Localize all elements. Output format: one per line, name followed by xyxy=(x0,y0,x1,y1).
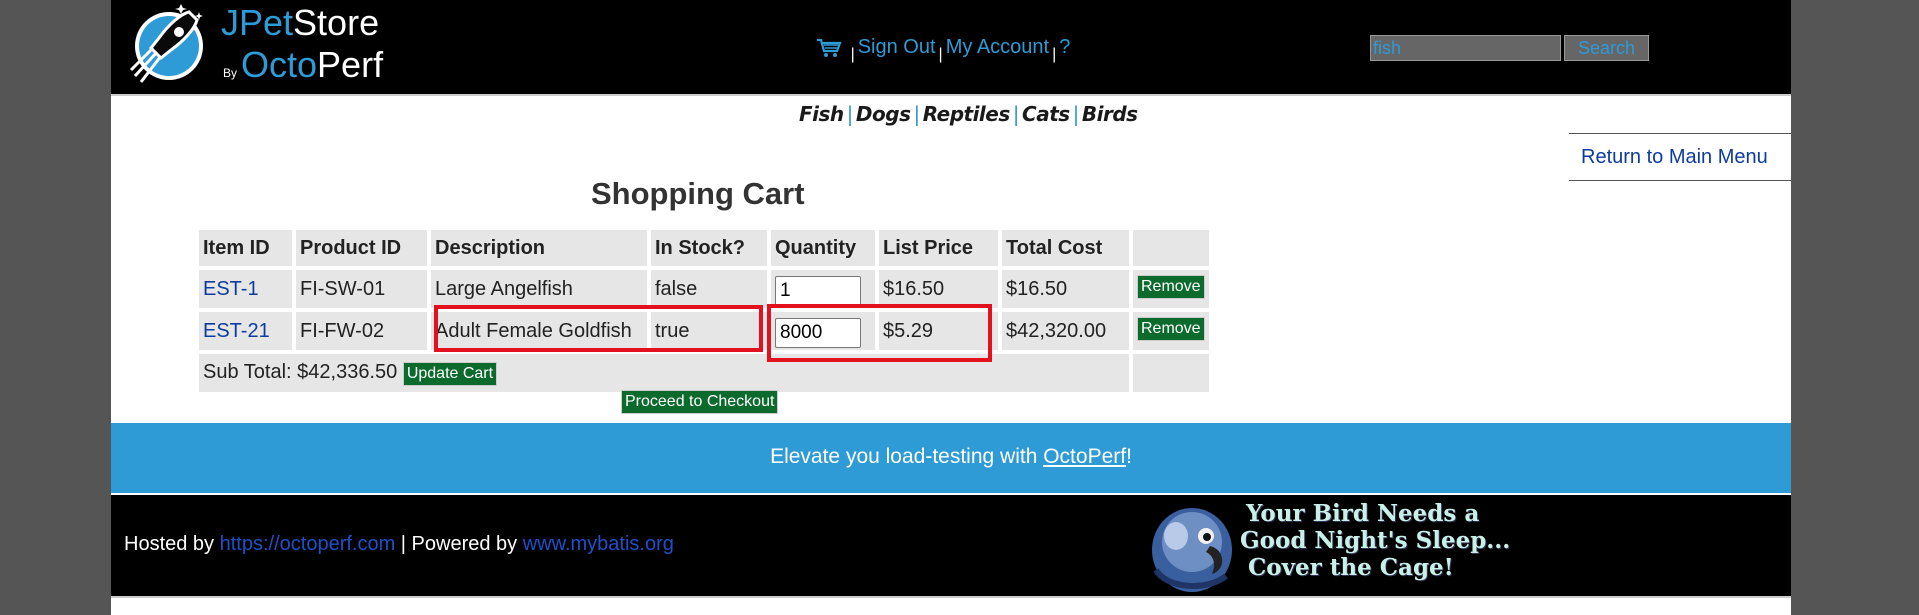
column-header: Quantity xyxy=(771,230,875,266)
cart-icon[interactable] xyxy=(816,37,842,59)
highlight-box xyxy=(767,304,992,362)
rocket-logo-icon xyxy=(129,4,203,83)
column-header: Description xyxy=(431,230,647,266)
item-id-cell: EST-21 xyxy=(199,312,292,350)
brand-subtitle: By OctoPerf xyxy=(223,44,384,85)
menu-separator: | xyxy=(938,46,943,63)
column-header: Item ID xyxy=(199,230,292,266)
column-header: List Price xyxy=(879,230,998,266)
top-menu: | Sign Out | My Account |? xyxy=(816,36,1070,66)
item-id-link[interactable]: EST-1 xyxy=(203,278,259,300)
menu-separator: | xyxy=(850,46,855,63)
header: JPetStore By OctoPerf | Sign Out | My Accoun… xyxy=(111,0,1791,96)
category-birds-link[interactable]: Birds xyxy=(1082,102,1138,126)
category-reptiles-link[interactable]: Reptiles xyxy=(923,102,1011,126)
promo-text: Elevate you load-testing with OctoPerf! xyxy=(770,445,1132,468)
quantity-cell xyxy=(771,270,875,308)
bird-ad-text: Your Bird Needs a Good Night's Sleep... … xyxy=(1240,500,1510,581)
octoperf-site-link[interactable]: https://octoperf.com xyxy=(220,533,396,555)
subtotal-row: Sub Total: $42,336.50 Update Cart xyxy=(199,354,1209,392)
product-id-cell: FI-FW-02 xyxy=(296,312,427,350)
proceed-to-checkout-button[interactable]: Proceed to Checkout xyxy=(621,390,779,414)
column-header-empty xyxy=(1133,230,1209,266)
search-form: Search xyxy=(1370,35,1649,61)
column-header: Total Cost xyxy=(1002,230,1129,266)
column-header: In Stock? xyxy=(651,230,767,266)
brand-title: JPetStore xyxy=(221,2,380,43)
empty-cell xyxy=(1133,354,1209,392)
total-cost-cell: $16.50 xyxy=(1002,270,1129,308)
help-link[interactable]: ? xyxy=(1059,36,1070,58)
remove-button[interactable]: Remove xyxy=(1137,275,1205,299)
parrot-icon xyxy=(1152,508,1232,592)
quicklink-separator: | xyxy=(1072,102,1080,126)
sign-out-link[interactable]: Sign Out xyxy=(858,36,936,58)
list-price-cell: $16.50 xyxy=(879,270,998,308)
category-dogs-link[interactable]: Dogs xyxy=(856,102,911,126)
bird-ad-line: Cover the Cage! xyxy=(1248,554,1454,581)
page: JPetStore By OctoPerf | Sign Out | My Accoun… xyxy=(111,0,1791,615)
menu-separator: | xyxy=(1052,46,1057,63)
search-button[interactable]: Search xyxy=(1564,35,1649,61)
bird-ad-line: Good Night's Sleep... xyxy=(1240,527,1511,554)
page-title: Shopping Cart xyxy=(591,176,805,211)
footer: Hosted by https://octoperf.com | Powered… xyxy=(111,495,1791,598)
item-id-link[interactable]: EST-21 xyxy=(203,320,270,342)
subtotal-text: Sub Total: $42,336.50 xyxy=(203,360,398,383)
quantity-input[interactable] xyxy=(775,276,861,306)
category-fish-link[interactable]: Fish xyxy=(799,102,844,126)
footer-text: Hosted by https://octoperf.com | Powered… xyxy=(124,533,674,555)
table-row: EST-1 FI-SW-01 Large Angelfish false $16… xyxy=(199,270,1209,308)
remove-cell: Remove xyxy=(1133,312,1209,350)
quicklink-separator: | xyxy=(1012,102,1020,126)
quicklink-separator: | xyxy=(913,102,920,126)
bird-ad-line: Your Bird Needs a xyxy=(1246,500,1480,527)
remove-cell: Remove xyxy=(1133,270,1209,308)
in-stock-cell: false xyxy=(651,270,767,308)
mybatis-link[interactable]: www.mybatis.org xyxy=(523,533,674,555)
return-to-main-menu-link[interactable]: Return to Main Menu xyxy=(1581,146,1768,169)
return-panel: Return to Main Menu xyxy=(1569,133,1791,181)
promo-banner: Elevate you load-testing with OctoPerf! xyxy=(111,423,1791,493)
logo[interactable]: JPetStore By OctoPerf xyxy=(123,0,403,92)
item-id-cell: EST-1 xyxy=(199,270,292,308)
quicklink-separator: | xyxy=(846,102,854,126)
highlight-box xyxy=(434,305,763,352)
remove-button[interactable]: Remove xyxy=(1137,317,1205,341)
total-cost-cell: $42,320.00 xyxy=(1002,312,1129,350)
bird-ad-banner[interactable]: Your Bird Needs a Good Night's Sleep... … xyxy=(1146,500,1546,595)
product-id-cell: FI-SW-01 xyxy=(296,270,427,308)
description-cell: Large Angelfish xyxy=(431,270,647,308)
octoperf-link[interactable]: OctoPerf xyxy=(1043,445,1126,468)
my-account-link[interactable]: My Account xyxy=(946,36,1049,58)
column-header: Product ID xyxy=(296,230,427,266)
table-header-row: Item ID Product ID Description In Stock?… xyxy=(199,230,1209,266)
update-cart-button[interactable]: Update Cart xyxy=(402,361,498,386)
search-input[interactable] xyxy=(1370,35,1561,61)
category-cats-link[interactable]: Cats xyxy=(1022,102,1070,126)
category-quicklinks: Fish | Dogs | Reptiles | Cats | Birds xyxy=(799,102,1138,126)
